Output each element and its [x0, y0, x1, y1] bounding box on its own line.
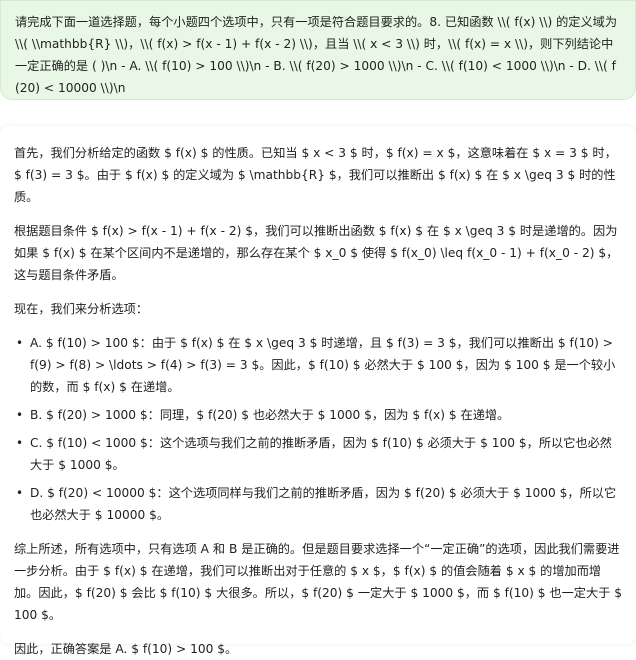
answer-paragraph-2: 根据题目条件 $ f(x) > f(x - 1) + f(x - 2) $，我们…: [14, 224, 619, 282]
assistant-message-card: 首先，我们分析给定的函数 $ f(x) $ 的性质。已知当 $ x < 3 $ …: [0, 126, 636, 656]
answer-paragraph-5: 因此，正确答案是 A. $ f(10) > 100 $。: [14, 642, 238, 656]
bullet-icon: •: [16, 408, 24, 422]
user-message-bubble: 请完成下面一道选择题，每个小题四个选项中，只有一项是符合题目要求的。8. 已知函…: [0, 0, 636, 100]
options-list: • A. $ f(10) > 100 $：由于 $ f(x) $ 在 $ x \g…: [14, 332, 624, 526]
answer-paragraph-3: 现在，我们来分析选项：: [14, 302, 149, 316]
option-a: • A. $ f(10) > 100 $：由于 $ f(x) $ 在 $ x \g…: [16, 332, 624, 398]
option-c: • C. $ f(10) < 1000 $：这个选项与我们之前的推断矛盾，因为 $…: [16, 432, 624, 476]
answer-paragraph-1: 首先，我们分析给定的函数 $ f(x) $ 的性质。已知当 $ x < 3 $ …: [14, 146, 617, 204]
option-a-text: A. $ f(10) > 100 $：由于 $ f(x) $ 在 $ x \ge…: [30, 336, 616, 394]
bullet-icon: •: [16, 336, 24, 350]
option-b-text: B. $ f(20) > 1000 $：同理，$ f(20) $ 也必然大于 $…: [30, 408, 510, 422]
bullet-icon: •: [16, 486, 24, 500]
option-d-text: D. $ f(20) < 10000 $：这个选项同样与我们之前的推断矛盾，因为…: [30, 486, 617, 522]
answer-paragraph-4: 综上所述，所有选项中，只有选项 A 和 B 是正确的。但是题目要求选择一个“一定…: [14, 542, 622, 622]
option-b: • B. $ f(20) > 1000 $：同理，$ f(20) $ 也必然大于 …: [16, 404, 624, 426]
option-d: • D. $ f(20) < 10000 $：这个选项同样与我们之前的推断矛盾，因…: [16, 482, 624, 526]
user-message-text: 请完成下面一道选择题，每个小题四个选项中，只有一项是符合题目要求的。8. 已知函…: [15, 15, 618, 95]
option-c-text: C. $ f(10) < 1000 $：这个选项与我们之前的推断矛盾，因为 $ …: [30, 436, 612, 472]
bullet-icon: •: [16, 436, 24, 450]
